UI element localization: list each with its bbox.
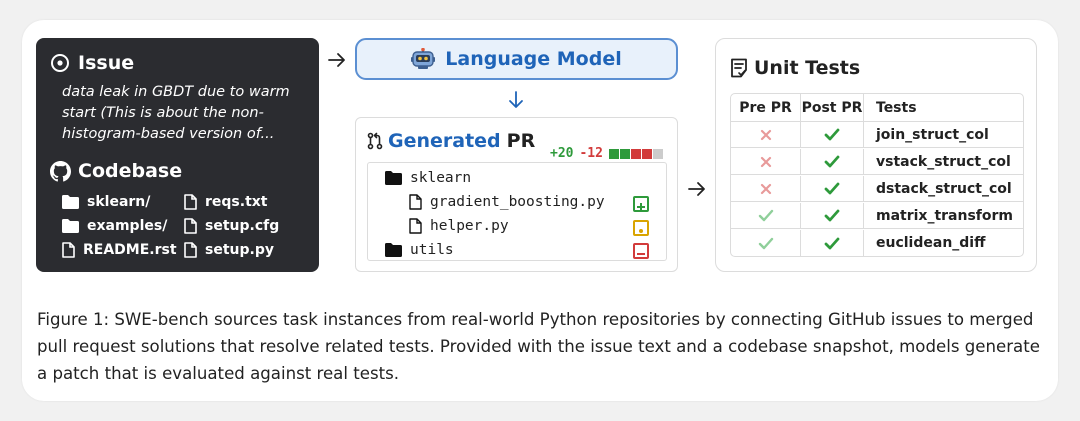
folder-icon bbox=[62, 194, 79, 209]
list-item: helper.py bbox=[409, 218, 509, 234]
diff-stats: +20 -12 bbox=[550, 146, 664, 161]
added-icon bbox=[633, 196, 649, 212]
removed-icon bbox=[633, 243, 649, 259]
diff-bar-segment bbox=[641, 148, 652, 159]
deletions-count: -12 bbox=[579, 146, 603, 161]
pass-check-light-icon bbox=[758, 237, 773, 249]
issue-icon bbox=[51, 54, 69, 72]
generated-pr-title-suffix: PR bbox=[506, 130, 536, 152]
pr-file-tree: sklearn gradient_boosting.py helper.py u… bbox=[367, 162, 667, 261]
test-name: vstack_struct_col bbox=[876, 153, 1011, 170]
language-model-title: Language Model bbox=[445, 48, 622, 70]
input-panel: Issue data leak in GBDT due to warm star… bbox=[36, 38, 319, 272]
test-list-icon bbox=[731, 58, 747, 78]
file-icon bbox=[184, 193, 197, 210]
table-header-row: Pre PR Post PR Tests bbox=[731, 94, 1023, 122]
pass-check-light-icon bbox=[758, 209, 773, 222]
issue-header: Issue bbox=[50, 52, 134, 74]
pass-check-icon bbox=[824, 209, 840, 222]
file-icon bbox=[184, 217, 197, 234]
generated-pr-header: Generated PR bbox=[367, 130, 535, 152]
fail-x-icon bbox=[760, 183, 771, 194]
pull-request-icon bbox=[367, 132, 383, 150]
codebase-header: Codebase bbox=[50, 160, 182, 182]
table-row: matrix_transform bbox=[731, 203, 1023, 229]
issue-title: Issue bbox=[78, 52, 135, 74]
additions-count: +20 bbox=[550, 146, 574, 161]
robot-icon bbox=[411, 48, 436, 69]
diff-bar-segment bbox=[630, 148, 641, 159]
test-name: euclidean_diff bbox=[876, 235, 986, 251]
table-row: vstack_struct_col bbox=[731, 149, 1023, 175]
file-icon bbox=[409, 194, 422, 210]
arrow-down-icon bbox=[509, 91, 523, 108]
codebase-file-list: sklearn/ reqs.txt examples/ setup.cfg RE… bbox=[62, 192, 312, 259]
column-header-pre-pr: Pre PR bbox=[731, 94, 801, 121]
pass-check-icon bbox=[824, 128, 840, 141]
language-model-box: Language Model bbox=[355, 38, 678, 80]
arrow-right-icon bbox=[688, 182, 705, 196]
codebase-title: Codebase bbox=[78, 160, 183, 182]
list-item: utils bbox=[385, 242, 454, 258]
table-row: dstack_struct_col bbox=[731, 176, 1023, 202]
pass-check-icon bbox=[824, 155, 840, 168]
diff-bar-segment bbox=[652, 148, 663, 159]
test-name: matrix_transform bbox=[876, 207, 1014, 224]
list-item: setup.py bbox=[184, 240, 306, 259]
folder-icon bbox=[385, 243, 402, 257]
column-header-tests: Tests bbox=[876, 99, 917, 116]
unit-tests-header: Unit Tests bbox=[730, 57, 860, 79]
diff-bar-segment bbox=[608, 148, 619, 159]
column-header-post-pr: Post PR bbox=[801, 94, 864, 121]
pass-check-icon bbox=[824, 237, 840, 249]
test-name: dstack_struct_col bbox=[876, 180, 1012, 197]
fail-x-icon bbox=[760, 156, 771, 167]
figure-caption: Figure 1: SWE-bench sources task instanc… bbox=[37, 310, 1040, 383]
file-icon bbox=[184, 241, 197, 258]
generated-pr-box: Generated PR +20 -12 sklearn gradient_bo… bbox=[355, 117, 678, 272]
pass-check-icon bbox=[824, 182, 840, 195]
list-item: sklearn/ bbox=[62, 192, 184, 211]
folder-icon bbox=[62, 218, 79, 233]
unit-tests-title: Unit Tests bbox=[754, 57, 861, 79]
arrow-right-icon bbox=[328, 53, 345, 67]
list-item: examples/ bbox=[62, 216, 184, 235]
list-item: gradient_boosting.py bbox=[409, 194, 605, 210]
list-item: README.rst bbox=[62, 240, 184, 259]
diff-bar-segment bbox=[619, 148, 630, 159]
github-icon bbox=[50, 160, 71, 181]
folder-icon bbox=[385, 171, 402, 185]
unit-tests-table: Pre PR Post PR Tests join_struct_col vst… bbox=[730, 93, 1024, 257]
fail-x-icon bbox=[760, 129, 771, 140]
list-item: reqs.txt bbox=[184, 192, 306, 211]
issue-text: data leak in GBDT due to warm start (Thi… bbox=[62, 84, 290, 142]
file-icon bbox=[409, 218, 422, 234]
file-icon bbox=[62, 241, 75, 258]
table-row: euclidean_diff bbox=[731, 230, 1023, 256]
unit-tests-box: Unit Tests Pre PR Post PR Tests join_str… bbox=[715, 38, 1037, 272]
generated-pr-title: Generated bbox=[388, 130, 501, 152]
test-name: join_struct_col bbox=[876, 126, 989, 143]
list-item: sklearn bbox=[385, 170, 471, 186]
modified-icon bbox=[633, 220, 649, 236]
table-row: join_struct_col bbox=[731, 122, 1023, 148]
list-item: setup.cfg bbox=[184, 216, 306, 235]
diff-bar bbox=[608, 148, 664, 159]
